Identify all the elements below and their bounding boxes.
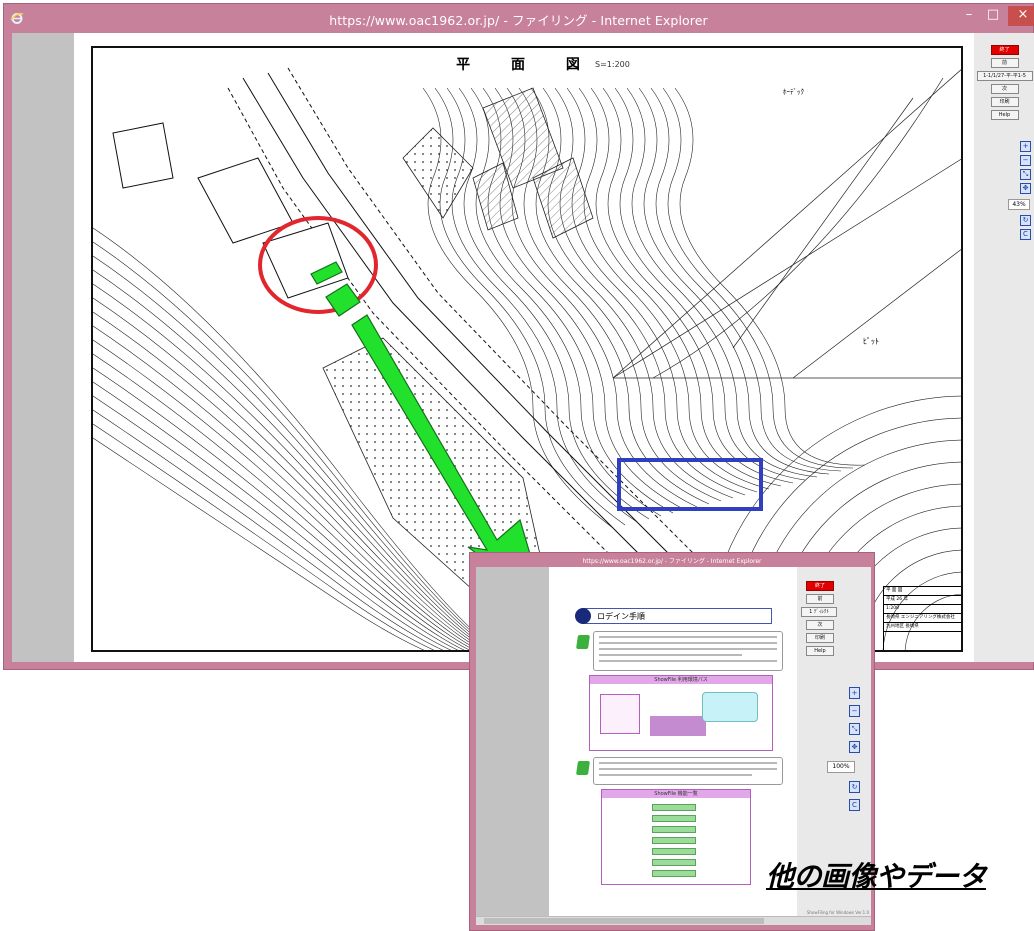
inset-window-title: https://www.oac1962.or.jp/ - ファイリング - In… xyxy=(582,558,762,565)
title-block-row: 長崎県 エンジニアリング株式会社 xyxy=(884,614,961,623)
doc-heading-box: ロデイン手順 xyxy=(575,608,772,624)
overlay-caption: 他の画像やデータ xyxy=(766,860,987,893)
zoom-in-icon[interactable]: + xyxy=(1020,141,1031,152)
title-block-row: 九州地区 長崎県 xyxy=(884,623,961,632)
scrollbar-thumb[interactable] xyxy=(484,918,764,924)
zoom-out-icon[interactable]: − xyxy=(1020,155,1031,166)
room-label: ﾎｰﾃﾞｯｸ xyxy=(783,88,804,96)
exit-button[interactable]: 終了 xyxy=(990,45,1019,55)
feature-list-item xyxy=(652,804,696,811)
feature-list-item xyxy=(652,859,696,866)
minimize-button[interactable]: – xyxy=(959,6,979,26)
inset-clear-icon[interactable]: C xyxy=(849,799,860,811)
print-button[interactable]: 印刷 xyxy=(990,97,1019,107)
diagram-1-panel xyxy=(600,694,640,734)
prev-button[interactable]: 前 xyxy=(990,58,1019,68)
help-button[interactable]: Help xyxy=(990,110,1019,120)
inset-document[interactable]: ロデイン手順 ShowFile 利用環境パス ShowFile 機能一覧 xyxy=(549,567,797,925)
inset-next-button[interactable]: 次 xyxy=(806,620,834,630)
left-gutter xyxy=(12,33,74,662)
window-title: https://www.oac1962.or.jp/ - ファイリング - In… xyxy=(329,13,708,28)
inset-zoom-in-icon[interactable]: + xyxy=(849,687,860,699)
fit-icon[interactable]: ⤡ xyxy=(1020,169,1031,180)
right-toolbar: 終了 前 1-1/1/27-平-平1-5 次 印刷 Help + − ⤡ ✥ 4… xyxy=(974,33,1034,662)
second-paragraph xyxy=(593,757,783,785)
heading-bullet-icon xyxy=(575,608,591,624)
diagram-2-caption: ShowFile 機能一覧 xyxy=(602,790,750,798)
inset-fit-icon[interactable]: ⤡ xyxy=(849,723,860,735)
diagram-1-block xyxy=(650,716,706,736)
close-button[interactable]: × xyxy=(1008,6,1034,26)
title-block-row: 平 面 図 xyxy=(884,587,961,596)
inset-zoom-out-icon[interactable]: − xyxy=(849,705,860,717)
inset-prev-button[interactable]: 前 xyxy=(806,594,834,604)
diagram-1-caption: ShowFile 利用環境パス xyxy=(590,676,772,684)
clear-icon[interactable]: C xyxy=(1020,229,1031,240)
diagram-1-callout xyxy=(702,692,758,722)
intro-paragraph xyxy=(593,631,783,671)
inset-exit-button[interactable]: 終了 xyxy=(806,581,834,591)
pan-icon[interactable]: ✥ xyxy=(1020,183,1031,194)
maximize-button[interactable]: □ xyxy=(982,6,1004,26)
inset-status-text: ShowFiling for Windows Ver.1.0 xyxy=(806,910,869,915)
diagram-box-1: ShowFile 利用環境パス xyxy=(589,675,773,751)
inset-rotate-icon[interactable]: ↻ xyxy=(849,781,860,793)
title-block-row: 平成 26 年 xyxy=(884,596,961,605)
feature-list-item xyxy=(652,826,696,833)
inset-help-button[interactable]: Help xyxy=(806,646,834,656)
inset-pan-icon[interactable]: ✥ xyxy=(849,741,860,753)
next-button[interactable]: 次 xyxy=(990,84,1019,94)
feature-list-item xyxy=(652,870,696,877)
zoom-level[interactable]: 43% xyxy=(1008,199,1030,210)
title-block: 平 面 図 平成 26 年 1:200 長崎県 エンジニアリング株式会社 九州地… xyxy=(883,586,961,650)
drawing-scale: S=1:200 xyxy=(595,60,630,69)
page-select[interactable]: 1-1/1/27-平-平1-5 xyxy=(976,71,1033,81)
feature-list-item xyxy=(652,815,696,822)
inset-print-button[interactable]: 印刷 xyxy=(806,633,834,643)
pencil-icon xyxy=(576,635,590,649)
feature-list-item xyxy=(652,837,696,844)
doc-heading: ロデイン手順 xyxy=(597,612,645,621)
title-block-row: 1:200 xyxy=(884,605,961,614)
inset-page-select[interactable]: 1 ﾃﾞｨﾚｸﾄ xyxy=(801,607,837,617)
pencil-icon xyxy=(576,761,590,775)
pit-label: ﾋﾟｯﾄ xyxy=(863,337,879,346)
title-bar[interactable]: https://www.oac1962.or.jp/ - ファイリング - In… xyxy=(4,4,1034,33)
inset-left-gutter xyxy=(476,567,549,925)
drawing-title: 平 面 図 xyxy=(456,57,598,73)
feature-list-item xyxy=(652,848,696,855)
diagram-box-2: ShowFile 機能一覧 xyxy=(601,789,751,885)
rotate-icon[interactable]: ↻ xyxy=(1020,215,1031,226)
inset-horizontal-scrollbar[interactable] xyxy=(476,916,871,925)
inset-zoom-level[interactable]: 100% xyxy=(827,761,855,773)
